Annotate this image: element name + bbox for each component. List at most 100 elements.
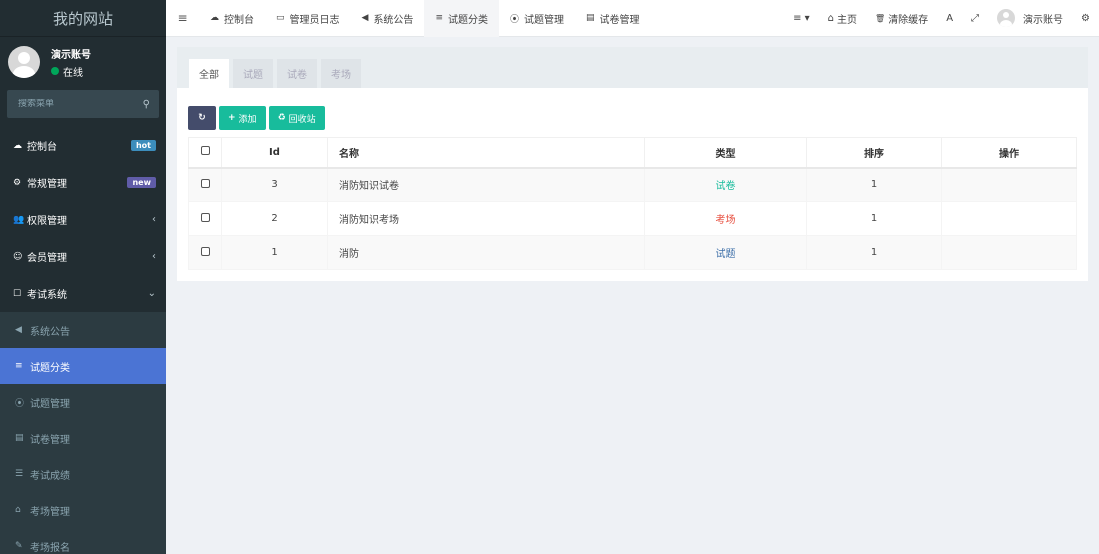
sidebar-item-venue-management[interactable]: ⌂ 考场管理 (0, 492, 166, 528)
tab-label: 管理员日志 (289, 14, 340, 26)
home-icon: ⌂ (827, 12, 835, 24)
cell-operations (941, 167, 1077, 202)
tab-question-category[interactable]: ≡ 试题分类 (424, 0, 499, 37)
tab-announcements[interactable]: ◀ 系统公告 (351, 0, 425, 37)
row-checkbox[interactable] (200, 246, 210, 256)
cell-id: 3 (221, 167, 328, 202)
sidebar-item-permissions[interactable]: 👥 权限管理 ‹ (0, 201, 166, 238)
add-button[interactable]: + 添加 (219, 106, 266, 130)
sidebar-item-label: 考试成绩 (30, 470, 70, 482)
sidebar-item-label: 考试系统 (27, 290, 67, 301)
sidebar-item-dashboard[interactable]: ☁ 控制台 hot (0, 127, 166, 164)
plus-icon: + (228, 113, 236, 123)
sidebar: 我的网站 演示账号 在线 ⚲ ☁ 控制台 hot ⚙ 常规管理 new 👥 权限… (0, 0, 166, 554)
tab-question[interactable]: 试题 (233, 59, 273, 88)
home-link[interactable]: ⌂ 主页 (819, 0, 866, 37)
sidebar-item-exam-system[interactable]: ☐ 考试系统 ⌄ (0, 275, 166, 312)
tab-dashboard[interactable]: ☁ 控制台 (199, 0, 265, 37)
recycle-bin-button[interactable]: ♻ 回收站 (268, 106, 325, 130)
chevron-down-icon: ⌄ (147, 288, 156, 299)
col-id[interactable]: Id (221, 137, 328, 169)
cogs-icon: ⚙ (13, 177, 22, 188)
row-check-cell (188, 201, 222, 236)
table-row[interactable]: 1 消防 试题 1 (188, 235, 1077, 270)
pencil-icon: ✎ (15, 541, 23, 551)
search-input[interactable] (18, 99, 118, 109)
cell-id: 2 (221, 201, 328, 236)
sidebar-item-label: 试题分类 (30, 362, 70, 374)
sidebar-item-label: 试卷管理 (30, 434, 70, 446)
window-icon: ☐ (13, 288, 22, 299)
table-header: Id 名称 类型 排序 操作 (188, 137, 1077, 169)
home-icon: ⌂ (15, 505, 21, 515)
cell-operations (941, 235, 1077, 270)
row-checkbox[interactable] (200, 212, 210, 222)
online-dot-icon (51, 67, 59, 75)
tab-all[interactable]: 全部 (189, 59, 229, 88)
filter-tabs: 全部 试题 试卷 考场 (177, 47, 1088, 88)
cell-type: 考场 (644, 201, 807, 236)
fullscreen-icon[interactable]: ⤢ (962, 0, 988, 37)
tab-label: 控制台 (224, 14, 254, 26)
sidebar-item-label: 系统公告 (30, 326, 70, 338)
col-type[interactable]: 类型 (644, 137, 807, 169)
refresh-icon: ↻ (198, 113, 206, 123)
row-checkbox[interactable] (200, 178, 210, 188)
sidebar-item-announcements[interactable]: ◀ 系统公告 (0, 312, 166, 348)
category-table: Id 名称 类型 排序 操作 3 消防知识试卷 试卷 1 2 消防知识考场 考场 (188, 137, 1077, 270)
sidebar-item-label: 控制台 (27, 142, 57, 153)
table-row[interactable]: 2 消防知识考场 考场 1 (188, 201, 1077, 236)
sidebar-item-paper-management[interactable]: ▤ 试卷管理 (0, 420, 166, 456)
cell-operations (941, 201, 1077, 236)
user-status-text: 在线 (63, 67, 83, 79)
sidebar-item-members[interactable]: ☺ 会员管理 ‹ (0, 238, 166, 275)
right-nav: ≡ ▾ ⌂ 主页 🗑 清除缓存 A ⤢ 演示账号 ⚙ (784, 0, 1099, 37)
cell-sort: 1 (806, 167, 942, 202)
language-icon[interactable]: A (937, 0, 962, 37)
refresh-button[interactable]: ↻ (188, 106, 216, 130)
tab-paper-management[interactable]: ▤ 试卷管理 (575, 0, 651, 37)
sidebar-item-general[interactable]: ⚙ 常规管理 new (0, 164, 166, 201)
search-icon[interactable]: ⚲ (143, 99, 150, 110)
sidebar-item-exam-scores[interactable]: ☰ 考试成绩 (0, 456, 166, 492)
newspaper-icon: ▤ (15, 433, 24, 443)
select-all-checkbox[interactable] (200, 146, 210, 156)
tab-question-management[interactable]: ⦿ 试题管理 (499, 0, 575, 37)
table-row[interactable]: 3 消防知识试卷 试卷 1 (188, 167, 1077, 202)
settings-icon[interactable]: ⚙ (1072, 0, 1099, 37)
tab-admin-log[interactable]: ▭ 管理员日志 (265, 0, 351, 37)
col-name[interactable]: 名称 (327, 137, 645, 169)
new-badge: new (127, 177, 156, 188)
home-label: 主页 (837, 14, 858, 26)
account-menu[interactable]: 演示账号 (988, 0, 1072, 37)
tab-paper[interactable]: 试卷 (277, 59, 317, 88)
sidebar-item-label: 会员管理 (27, 253, 67, 264)
clear-cache-button[interactable]: 🗑 清除缓存 (866, 0, 937, 37)
user-panel: 演示账号 在线 (0, 37, 166, 87)
dashboard-icon: ☁ (13, 140, 22, 151)
col-sort[interactable]: 排序 (806, 137, 942, 169)
row-check-cell (188, 235, 222, 270)
more-tabs-icon[interactable]: ≡ ▾ (784, 0, 819, 37)
tab-venue[interactable]: 考场 (321, 59, 361, 88)
avatar (997, 9, 1016, 27)
sidebar-item-question-category[interactable]: ≡ 试题分类 (0, 348, 166, 384)
list-icon: ≡ (435, 13, 443, 23)
table-list-icon: ☰ (15, 469, 24, 479)
site-logo[interactable]: 我的网站 (0, 0, 166, 37)
recycle-icon: ♻ (277, 113, 286, 123)
sidebar-toggle-icon[interactable]: ≡ (166, 11, 199, 25)
recycle-label: 回收站 (288, 114, 316, 125)
add-label: 添加 (238, 114, 257, 125)
group-icon: 👥 (13, 214, 25, 225)
row-check-cell (188, 167, 222, 202)
cell-sort: 1 (806, 201, 942, 236)
list-icon: ≡ (15, 361, 23, 371)
cell-type: 试卷 (644, 167, 807, 202)
top-navbar: ≡ ☁ 控制台 ▭ 管理员日志 ◀ 系统公告 ≡ 试题分类 ⦿ 试题管理 ▤ 试… (166, 0, 1099, 37)
sidebar-search: ⚲ (7, 90, 159, 118)
account-name: 演示账号 (1023, 14, 1064, 26)
sidebar-item-label: 试题管理 (30, 398, 70, 410)
sidebar-item-question-management[interactable]: ⦿ 试题管理 (0, 384, 166, 420)
sidebar-item-venue-registration[interactable]: ✎ 考场报名 (0, 528, 166, 554)
